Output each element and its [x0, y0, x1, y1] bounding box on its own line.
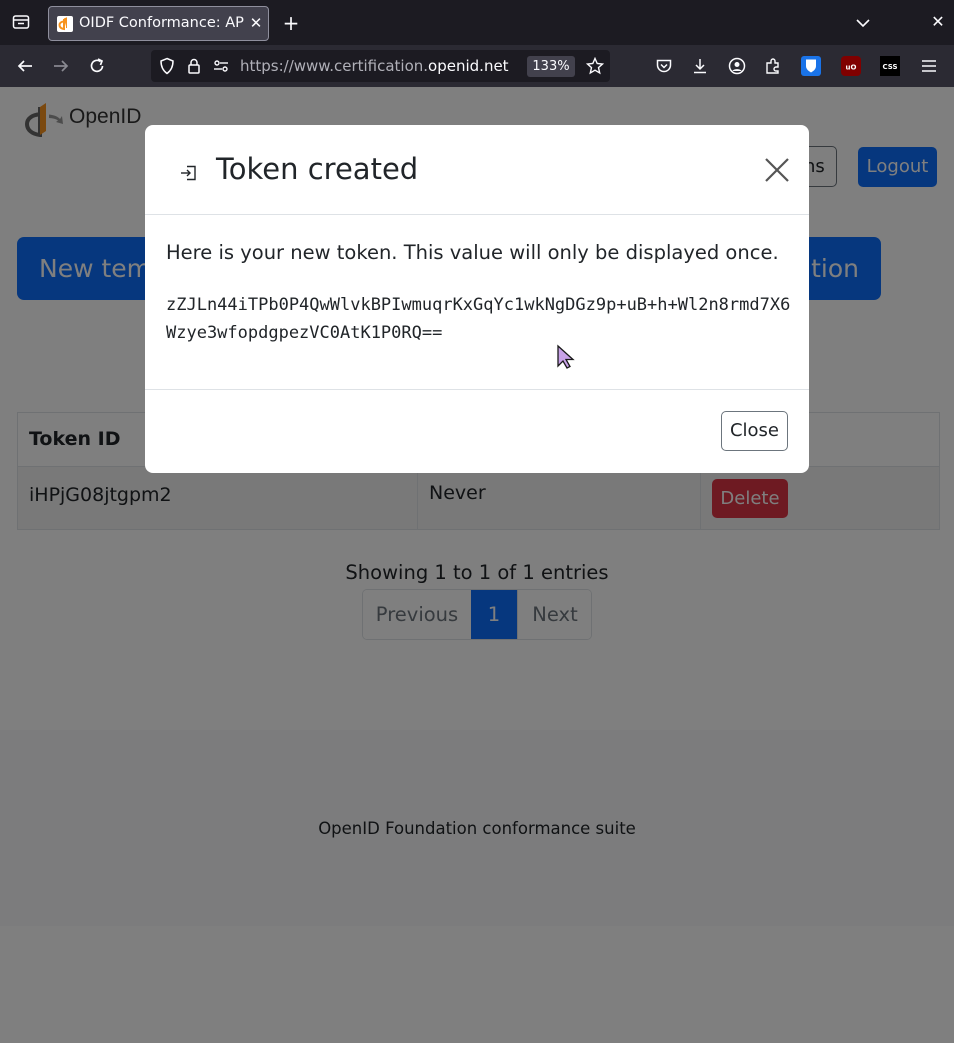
svg-text:uO: uO: [846, 64, 857, 72]
browser-nav-bar: https://www.certification.openid.net 133…: [0, 45, 954, 87]
openid-favicon-icon: [57, 16, 73, 32]
sign-in-icon: [179, 163, 199, 183]
modal-message: Here is your new token. This value will …: [166, 241, 779, 264]
close-button[interactable]: Close: [721, 411, 788, 451]
hamburger-menu-icon[interactable]: [919, 56, 939, 76]
tab-close-icon[interactable]: ✕: [247, 13, 265, 33]
svg-text:CSS: CSS: [882, 63, 897, 71]
extension-ublock-icon[interactable]: uO: [841, 56, 861, 76]
browser-tab-bar: OIDF Conformance: AP ✕ + ✕: [0, 0, 954, 45]
account-icon[interactable]: [727, 56, 747, 76]
url-bar[interactable]: https://www.certification.openid.net 133…: [151, 50, 610, 82]
downloads-icon[interactable]: [690, 56, 710, 76]
url-text[interactable]: https://www.certification.openid.net: [240, 57, 516, 75]
browser-tab-active[interactable]: OIDF Conformance: AP ✕: [48, 6, 269, 41]
forward-arrow-icon[interactable]: [51, 56, 71, 76]
shield-icon[interactable]: [157, 56, 177, 76]
zoom-level-badge[interactable]: 133%: [527, 56, 575, 77]
lock-icon[interactable]: [184, 56, 204, 76]
extension-css-icon[interactable]: CSS: [880, 56, 900, 76]
token-created-dialog: Token created Here is your new token. Th…: [145, 125, 809, 473]
extension-bitwarden-icon[interactable]: [801, 56, 821, 76]
url-domain: openid.net: [428, 57, 509, 75]
firefox-view-icon[interactable]: [12, 14, 30, 30]
close-icon[interactable]: [763, 156, 791, 184]
window-close-icon[interactable]: ✕: [928, 12, 948, 32]
modal-title: Token created: [216, 152, 419, 186]
pocket-icon[interactable]: [654, 56, 674, 76]
tab-title: OIDF Conformance: AP: [79, 15, 244, 31]
bookmark-star-icon[interactable]: [585, 56, 605, 76]
permissions-icon[interactable]: [211, 56, 231, 76]
extensions-puzzle-icon[interactable]: [763, 56, 783, 76]
chevron-down-icon[interactable]: [853, 13, 873, 33]
url-prefix: https://www.certification.: [240, 57, 429, 75]
mouse-cursor-icon: [556, 344, 576, 370]
back-arrow-icon[interactable]: [15, 56, 35, 76]
reload-icon[interactable]: [87, 56, 107, 76]
modal-header: Token created: [145, 125, 809, 215]
modal-body: Here is your new token. This value will …: [145, 215, 809, 390]
new-tab-icon[interactable]: +: [280, 12, 302, 34]
token-value[interactable]: zZJLn44iTPb0P4QwWlvkBPIwmuqrKxGqYc1wkNgD…: [166, 291, 791, 347]
